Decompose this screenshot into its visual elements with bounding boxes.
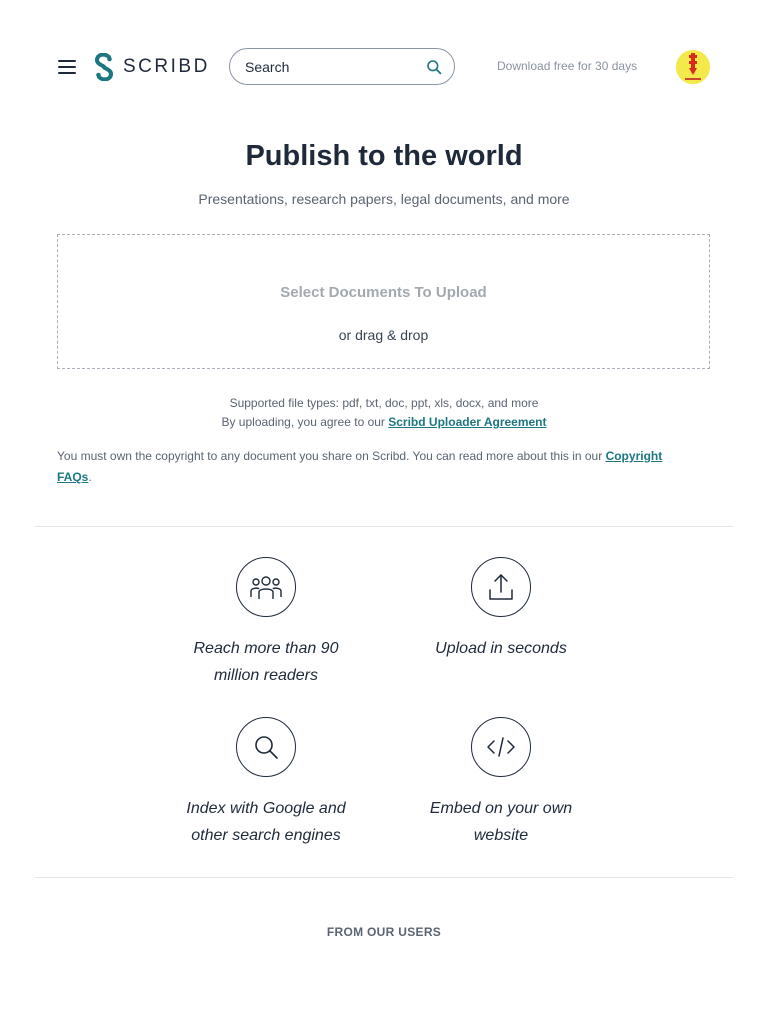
upload-dropzone[interactable]: Select Documents To Upload or drag & dro… xyxy=(57,234,710,369)
scribd-logo[interactable]: SCRIBD xyxy=(93,52,210,82)
download-free-link[interactable]: Download free for 30 days xyxy=(497,59,637,73)
feature-upload-seconds: Upload in seconds xyxy=(401,557,601,662)
select-documents-button[interactable]: Select Documents To Upload xyxy=(58,284,709,301)
scribd-s-logo-icon xyxy=(94,53,114,81)
feature-text: Embed on your own website xyxy=(401,795,601,849)
feature-circle xyxy=(471,717,531,777)
feature-text: Reach more than 90 million readers xyxy=(166,635,366,689)
feature-circle xyxy=(236,557,296,617)
divider-top xyxy=(35,526,733,527)
user-avatar[interactable] xyxy=(676,50,710,84)
feature-reach-readers: Reach more than 90 million readers xyxy=(166,557,366,689)
search-box xyxy=(229,48,455,85)
feature-circle xyxy=(471,557,531,617)
feature-text: Upload in seconds xyxy=(401,635,601,662)
people-icon xyxy=(250,576,282,599)
page-title: Publish to the world xyxy=(245,140,523,172)
feature-line: Upload in seconds xyxy=(435,640,567,657)
search-input[interactable] xyxy=(245,58,426,75)
feature-line: million readers xyxy=(213,667,319,684)
logo-text: SCRIBD xyxy=(123,56,210,77)
page-subtitle: Presentations, research papers, legal do… xyxy=(198,191,570,207)
feature-line: website xyxy=(473,827,529,844)
feature-line: Reach more than 90 xyxy=(193,640,339,657)
drag-drop-label: or drag & drop xyxy=(338,327,429,343)
copyright-suffix: . xyxy=(88,470,92,484)
feature-line: other search engines xyxy=(191,827,341,844)
feature-line: Embed on your own xyxy=(429,800,573,817)
testimonials-heading: FROM OUR USERS xyxy=(326,925,442,939)
header: SCRIBD Download free for 30 days xyxy=(0,0,768,134)
agreement-prefix: By uploading, you agree to our xyxy=(221,415,389,429)
copyright-notice: You must own the copyright to any docume… xyxy=(57,446,697,488)
search-icon[interactable] xyxy=(426,57,442,77)
feature-circle xyxy=(236,717,296,777)
uploader-agreement-notice: By uploading, you agree to our Scribd Up… xyxy=(0,415,768,429)
supported-filetypes: Supported file types: pdf, txt, doc, ppt… xyxy=(229,396,539,410)
uploader-agreement-link[interactable]: Scribd Uploader Agreement xyxy=(388,415,546,429)
divider-bottom xyxy=(35,877,733,878)
page: SCRIBD Download free for 30 days Publish… xyxy=(0,0,768,1024)
search-icon xyxy=(255,736,278,759)
hamburger-menu-icon[interactable] xyxy=(55,55,79,79)
upload-icon xyxy=(489,574,513,600)
feature-line: Index with Google and xyxy=(186,800,346,817)
feature-index-google: Index with Google and other search engin… xyxy=(166,717,366,849)
code-embed-icon xyxy=(487,737,515,757)
feature-embed-website: Embed on your own website xyxy=(401,717,601,849)
avatar-image xyxy=(676,50,710,84)
copyright-text: You must own the copyright to any docume… xyxy=(57,449,606,463)
feature-text: Index with Google and other search engin… xyxy=(166,795,366,849)
